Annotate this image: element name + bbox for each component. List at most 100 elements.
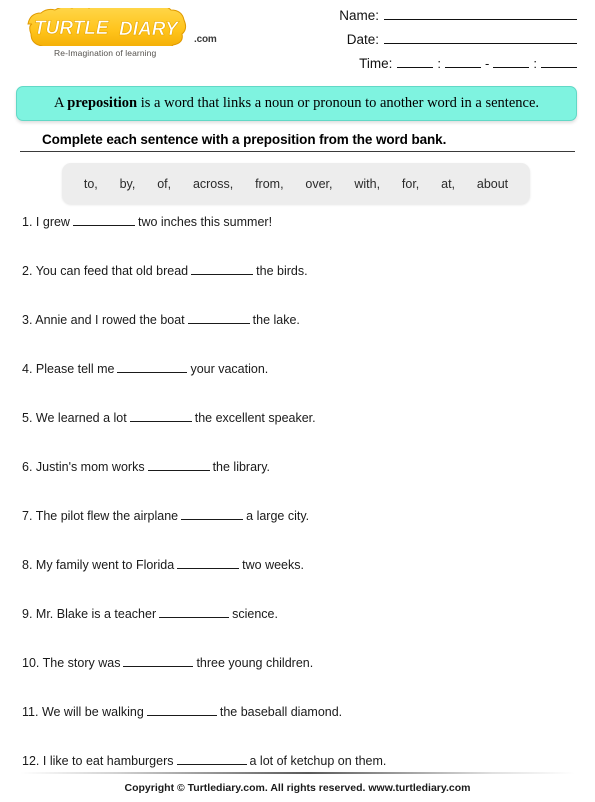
word-bank-item: at, — [441, 176, 456, 191]
question-list: 1. I grew two inches this summer! 2. You c… — [22, 214, 577, 802]
answer-blank[interactable] — [176, 753, 247, 765]
time-label: Time: — [359, 56, 393, 71]
question-text-after-blank: a lot of ketchup on them. — [249, 754, 387, 768]
question-text-before-blank: Mr. Blake is a teacher — [35, 607, 157, 621]
question-number: 7. — [22, 509, 33, 523]
footer-copyright: Copyright © Turtlediary.com. All rights … — [124, 782, 471, 794]
word-bank-item: about — [476, 176, 509, 191]
question-number: 1. — [22, 215, 33, 229]
question-row: 11. We will be walking the baseball diamo… — [22, 704, 577, 753]
logo-domain-suffix: .com — [194, 34, 217, 45]
answer-blank[interactable] — [129, 410, 192, 422]
svg-text:DIARY: DIARY — [119, 19, 180, 40]
question-text-before-blank: Justin's mom works — [35, 460, 145, 474]
time-start-hour-blank[interactable] — [397, 54, 434, 68]
date-field-row: Date: — [307, 30, 577, 54]
time-colon-separator-2: : — [533, 56, 537, 71]
time-start-minute-blank[interactable] — [445, 54, 482, 68]
student-info-fields: Name: Date: Time: : - : — [307, 6, 577, 78]
logo-tagline: Re-Imagination of learning — [54, 48, 157, 58]
question-text-before-blank: Annie and I rowed the boat — [35, 313, 185, 327]
question-text-before-blank: My family went to Florida — [35, 558, 175, 572]
question-row: 10. The story was three young children. — [22, 655, 577, 704]
instruction-section: Complete each sentence with a prepositio… — [20, 132, 575, 152]
word-bank-item: from, — [255, 176, 284, 191]
question-number: 12. — [22, 754, 40, 768]
word-bank-item: for, — [401, 176, 420, 191]
question-text-after-blank: the lake. — [252, 313, 300, 327]
definition-suffix: is a word that links a noun or pronoun t… — [137, 95, 540, 111]
question-number: 4. — [22, 362, 33, 376]
question-number: 5. — [22, 411, 33, 425]
question-text-after-blank: two inches this summer! — [137, 215, 273, 229]
question-row: 5. We learned a lot the excellent speaker… — [22, 410, 577, 459]
question-text-before-blank: Please tell me — [35, 362, 115, 376]
question-text-after-blank: your vacation. — [190, 362, 269, 376]
word-bank-item: across, — [192, 176, 234, 191]
instruction-divider — [20, 151, 575, 152]
turtle-diary-logo-icon: TURTLE DIARY — [27, 8, 187, 46]
name-input-blank[interactable] — [384, 6, 577, 20]
question-text-before-blank: We learned a lot — [35, 411, 127, 425]
brand-logo[interactable]: TURTLE DIARY .com Re-Imagination of lear… — [22, 8, 232, 58]
question-number: 9. — [22, 607, 33, 621]
question-number: 11. — [22, 705, 39, 719]
question-text-before-blank: The pilot flew the airplane — [35, 509, 179, 523]
question-text-before-blank: I grew — [35, 215, 70, 229]
answer-blank[interactable] — [181, 508, 244, 520]
question-row: 7. The pilot flew the airplane a large ci… — [22, 508, 577, 557]
word-bank-item: with, — [354, 176, 381, 191]
svg-text:TURTLE: TURTLE — [34, 18, 110, 39]
question-row: 1. I grew two inches this summer! — [22, 214, 577, 263]
question-row: 9. Mr. Blake is a teacher science. — [22, 606, 577, 655]
question-row: 12. I like to eat hamburgers a lot of ket… — [22, 753, 577, 802]
question-text-before-blank: We will be walking — [41, 705, 144, 719]
footer-divider — [20, 772, 575, 774]
question-number: 3. — [22, 313, 33, 327]
question-row: 6. Justin's mom works the library. — [22, 459, 577, 508]
answer-blank[interactable] — [147, 459, 210, 471]
answer-blank[interactable] — [159, 606, 230, 618]
answer-blank[interactable] — [72, 214, 135, 226]
word-bank-item: to, — [83, 176, 98, 191]
question-text-after-blank: a large city. — [246, 509, 310, 523]
question-row: 3. Annie and I rowed the boat the lake. — [22, 312, 577, 361]
question-text-before-blank: I like to eat hamburgers — [42, 754, 174, 768]
instruction-text: Complete each sentence with a prepositio… — [42, 132, 447, 147]
question-text-before-blank: You can feed that old bread — [35, 264, 189, 278]
time-dash-separator: - — [485, 56, 490, 71]
answer-blank[interactable] — [117, 361, 188, 373]
answer-blank[interactable] — [123, 655, 194, 667]
definition-text: A preposition is a word that links a nou… — [54, 95, 539, 112]
question-number: 10. — [22, 656, 40, 670]
question-text-after-blank: the library. — [212, 460, 271, 474]
name-label: Name: — [339, 8, 379, 23]
name-field-row: Name: — [307, 6, 577, 30]
question-row: 2. You can feed that old bread the birds. — [22, 263, 577, 312]
time-colon-separator-1: : — [437, 56, 442, 71]
answer-blank[interactable] — [191, 263, 254, 275]
question-text-after-blank: two weeks. — [242, 558, 304, 572]
definition-banner: A preposition is a word that links a nou… — [16, 86, 577, 121]
question-number: 8. — [22, 558, 33, 572]
question-text-after-blank: three young children. — [196, 656, 314, 670]
word-bank-item: over, — [305, 176, 333, 191]
question-row: 4. Please tell me your vacation. — [22, 361, 577, 410]
time-end-hour-blank[interactable] — [493, 54, 530, 68]
question-text-after-blank: the baseball diamond. — [219, 705, 343, 719]
time-field-row: Time: : - : — [307, 54, 577, 78]
answer-blank[interactable] — [146, 704, 217, 716]
page-header: TURTLE DIARY .com Re-Imagination of lear… — [0, 0, 595, 84]
question-number: 6. — [22, 460, 33, 474]
time-end-minute-blank[interactable] — [541, 54, 577, 68]
word-bank: to, by, of, across, from, over, with, for, at, ab… — [62, 163, 530, 204]
question-text-after-blank: science. — [232, 607, 278, 621]
date-label: Date: — [346, 32, 379, 47]
question-text-after-blank: the excellent speaker. — [194, 411, 316, 425]
answer-blank[interactable] — [187, 312, 250, 324]
date-input-blank[interactable] — [384, 30, 577, 44]
question-row: 8. My family went to Florida two weeks. — [22, 557, 577, 606]
answer-blank[interactable] — [177, 557, 240, 569]
question-text-before-blank: The story was — [42, 656, 121, 670]
question-text-after-blank: the birds. — [256, 264, 308, 278]
